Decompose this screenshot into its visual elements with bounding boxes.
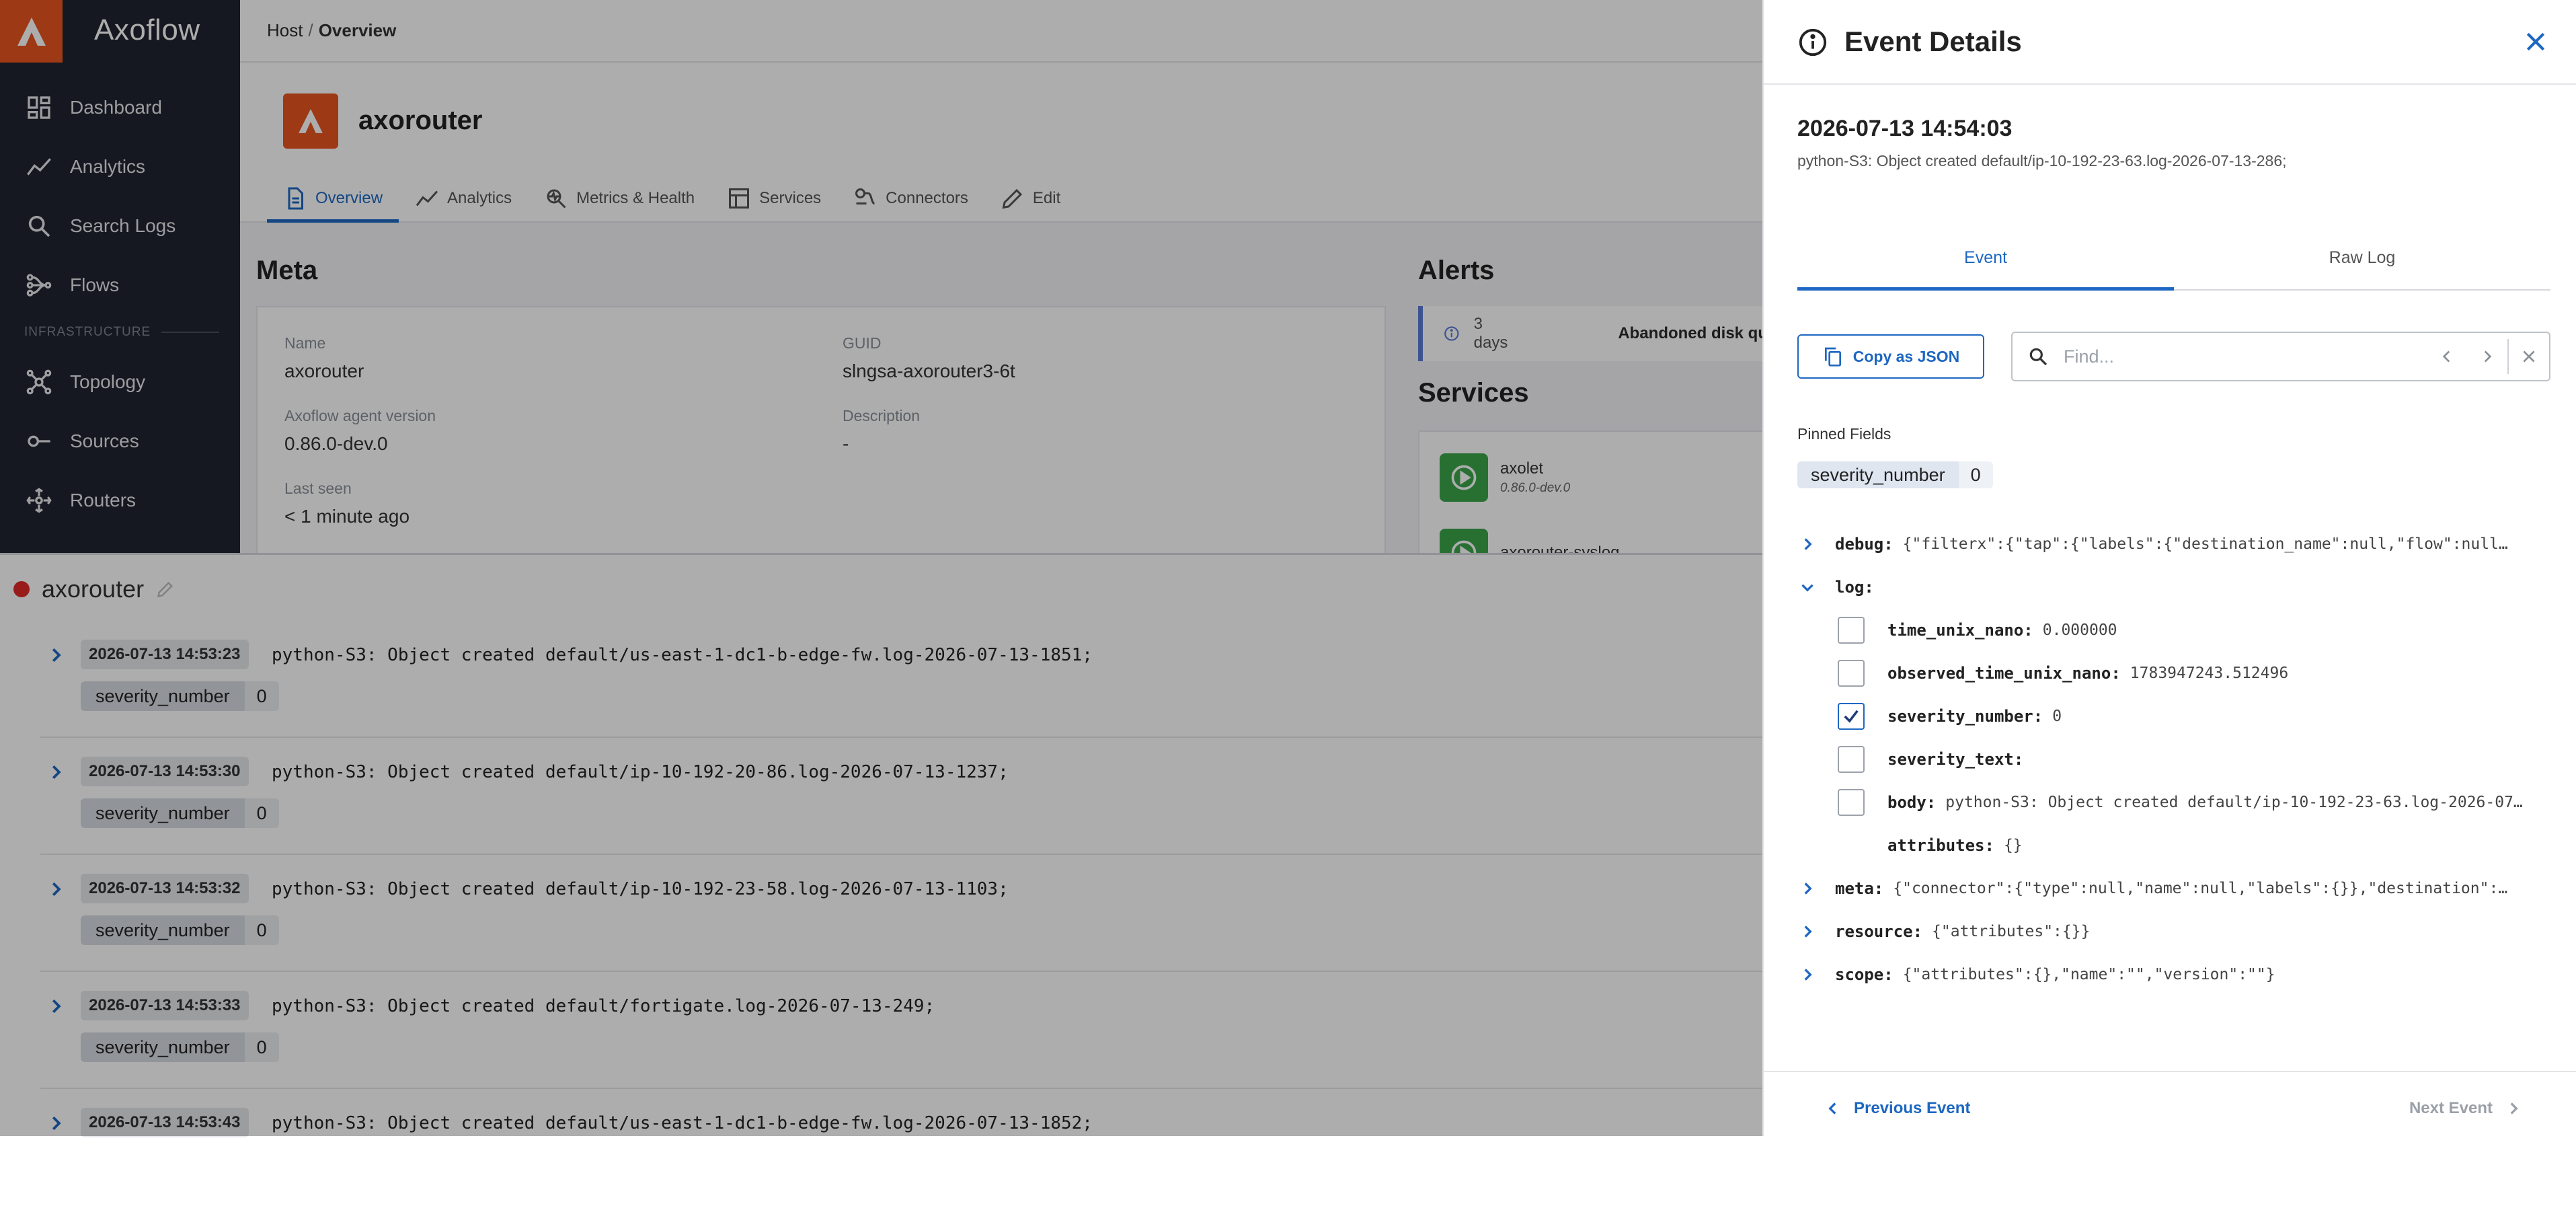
tree-value: python-S3: Object created default/ip-10-… [1945, 794, 2523, 811]
find-box [2011, 332, 2550, 381]
pin-checkbox[interactable] [1838, 660, 1865, 687]
tree-key: time_unix_nano: [1887, 621, 2033, 640]
tree-node-debug[interactable]: debug: {"filterx":{"tap":{"labels":{"des… [1797, 527, 2557, 561]
drawer-footer: Previous Event Next Event [1764, 1071, 2576, 1136]
find-input[interactable] [2062, 345, 2427, 368]
pinned-fields-label: Pinned Fields [1797, 425, 1891, 443]
copy-label: Copy as JSON [1852, 347, 1960, 365]
tree-key: log: [1835, 578, 1874, 597]
event-details-drawer: Event Details 2026-07-13 14:54:03 python… [1762, 0, 2576, 1136]
chevron-left-icon[interactable] [2427, 333, 2467, 380]
tree-value: 0 [2052, 708, 2062, 725]
copy-icon [1822, 346, 1844, 367]
tree-node-resource[interactable]: resource: {"attributes":{}} [1797, 915, 2557, 948]
tree-value: {"attributes":{}} [1932, 923, 2091, 940]
chevron-down-icon[interactable] [1797, 578, 1818, 596]
chevron-right-icon[interactable] [1797, 880, 1818, 897]
tree-node-log[interactable]: log: [1797, 570, 2557, 604]
tab-event[interactable]: Event [1797, 235, 2174, 291]
chevron-right-icon[interactable] [1797, 535, 1818, 553]
tab-raw-log[interactable]: Raw Log [2174, 235, 2550, 289]
tree-leaf-body: body: python-S3: Object created default/… [1838, 786, 2557, 819]
search-icon [2027, 346, 2049, 367]
tree-leaf-attributes: attributes: {} [1887, 829, 2557, 862]
tree-value: {} [2003, 837, 2023, 854]
tree-value: 1783947243.512496 [2130, 665, 2289, 682]
pin-checkbox[interactable] [1838, 789, 1865, 816]
clear-icon[interactable] [2509, 333, 2549, 380]
previous-event-label: Previous Event [1854, 1099, 1971, 1117]
pill-value: 0 [1958, 461, 1993, 488]
tree-value: 0.000000 [2042, 621, 2117, 639]
check-icon [1844, 710, 1859, 723]
copy-as-json-button[interactable]: Copy as JSON [1797, 334, 1984, 379]
next-event-button[interactable]: Next Event [2409, 1099, 2522, 1118]
modal-backdrop[interactable] [0, 0, 1762, 1136]
tree-key: attributes: [1887, 836, 1994, 855]
tree-key: debug: [1835, 535, 1894, 554]
drawer-tabs: Event Raw Log [1797, 235, 2550, 291]
tree-key: meta: [1835, 879, 1884, 898]
tree-leaf-observed-time-unix-nano: observed_time_unix_nano: 1783947243.5124… [1838, 656, 2557, 690]
tree-value: {"filterx":{"tap":{"labels":{"destinatio… [1902, 535, 2508, 553]
chevron-left-icon [1828, 1102, 1836, 1115]
chevron-right-icon[interactable] [2467, 333, 2507, 380]
pin-checkbox-checked[interactable] [1838, 703, 1865, 730]
event-summary: python-S3: Object created default/ip-10-… [1797, 152, 2287, 169]
tree-value: {"attributes":{},"name":"","version":""} [1902, 966, 2275, 983]
tree-key: severity_text: [1887, 750, 2024, 769]
close-icon[interactable] [2522, 28, 2549, 55]
next-event-label: Next Event [2409, 1099, 2493, 1117]
tree-key: severity_number: [1887, 707, 2043, 726]
tree-key: scope: [1835, 965, 1894, 984]
previous-event-button[interactable]: Previous Event [1824, 1099, 1970, 1118]
chevron-right-icon[interactable] [1797, 923, 1818, 940]
pinned-field-pill[interactable]: severity_number 0 [1797, 461, 1993, 488]
pin-checkbox[interactable] [1838, 746, 1865, 773]
pin-checkbox[interactable] [1838, 617, 1865, 644]
tree-leaf-severity-text: severity_text: [1838, 743, 2557, 776]
tree-key: body: [1887, 793, 1937, 812]
tree-node-meta[interactable]: meta: {"connector":{"type":null,"name":n… [1797, 872, 2557, 905]
tree-leaf-severity-number: severity_number: 0 [1838, 700, 2557, 733]
tree-key: observed_time_unix_nano: [1887, 664, 2121, 683]
chevron-right-icon[interactable] [1797, 966, 1818, 983]
tree-value: {"connector":{"type":null,"name":null,"l… [1893, 880, 2508, 897]
chevron-right-icon [2510, 1102, 2518, 1115]
drawer-header: Event Details [1764, 0, 2576, 85]
pill-key: severity_number [1797, 461, 1959, 488]
drawer-title: Event Details [1844, 26, 2022, 57]
tree-key: resource: [1835, 922, 1923, 941]
tree-node-scope[interactable]: scope: {"attributes":{},"name":"","versi… [1797, 958, 2557, 991]
tree-leaf-time-unix-nano: time_unix_nano: 0.000000 [1838, 613, 2557, 647]
event-timestamp: 2026-07-13 14:54:03 [1797, 116, 2013, 141]
info-icon [1797, 27, 1828, 58]
